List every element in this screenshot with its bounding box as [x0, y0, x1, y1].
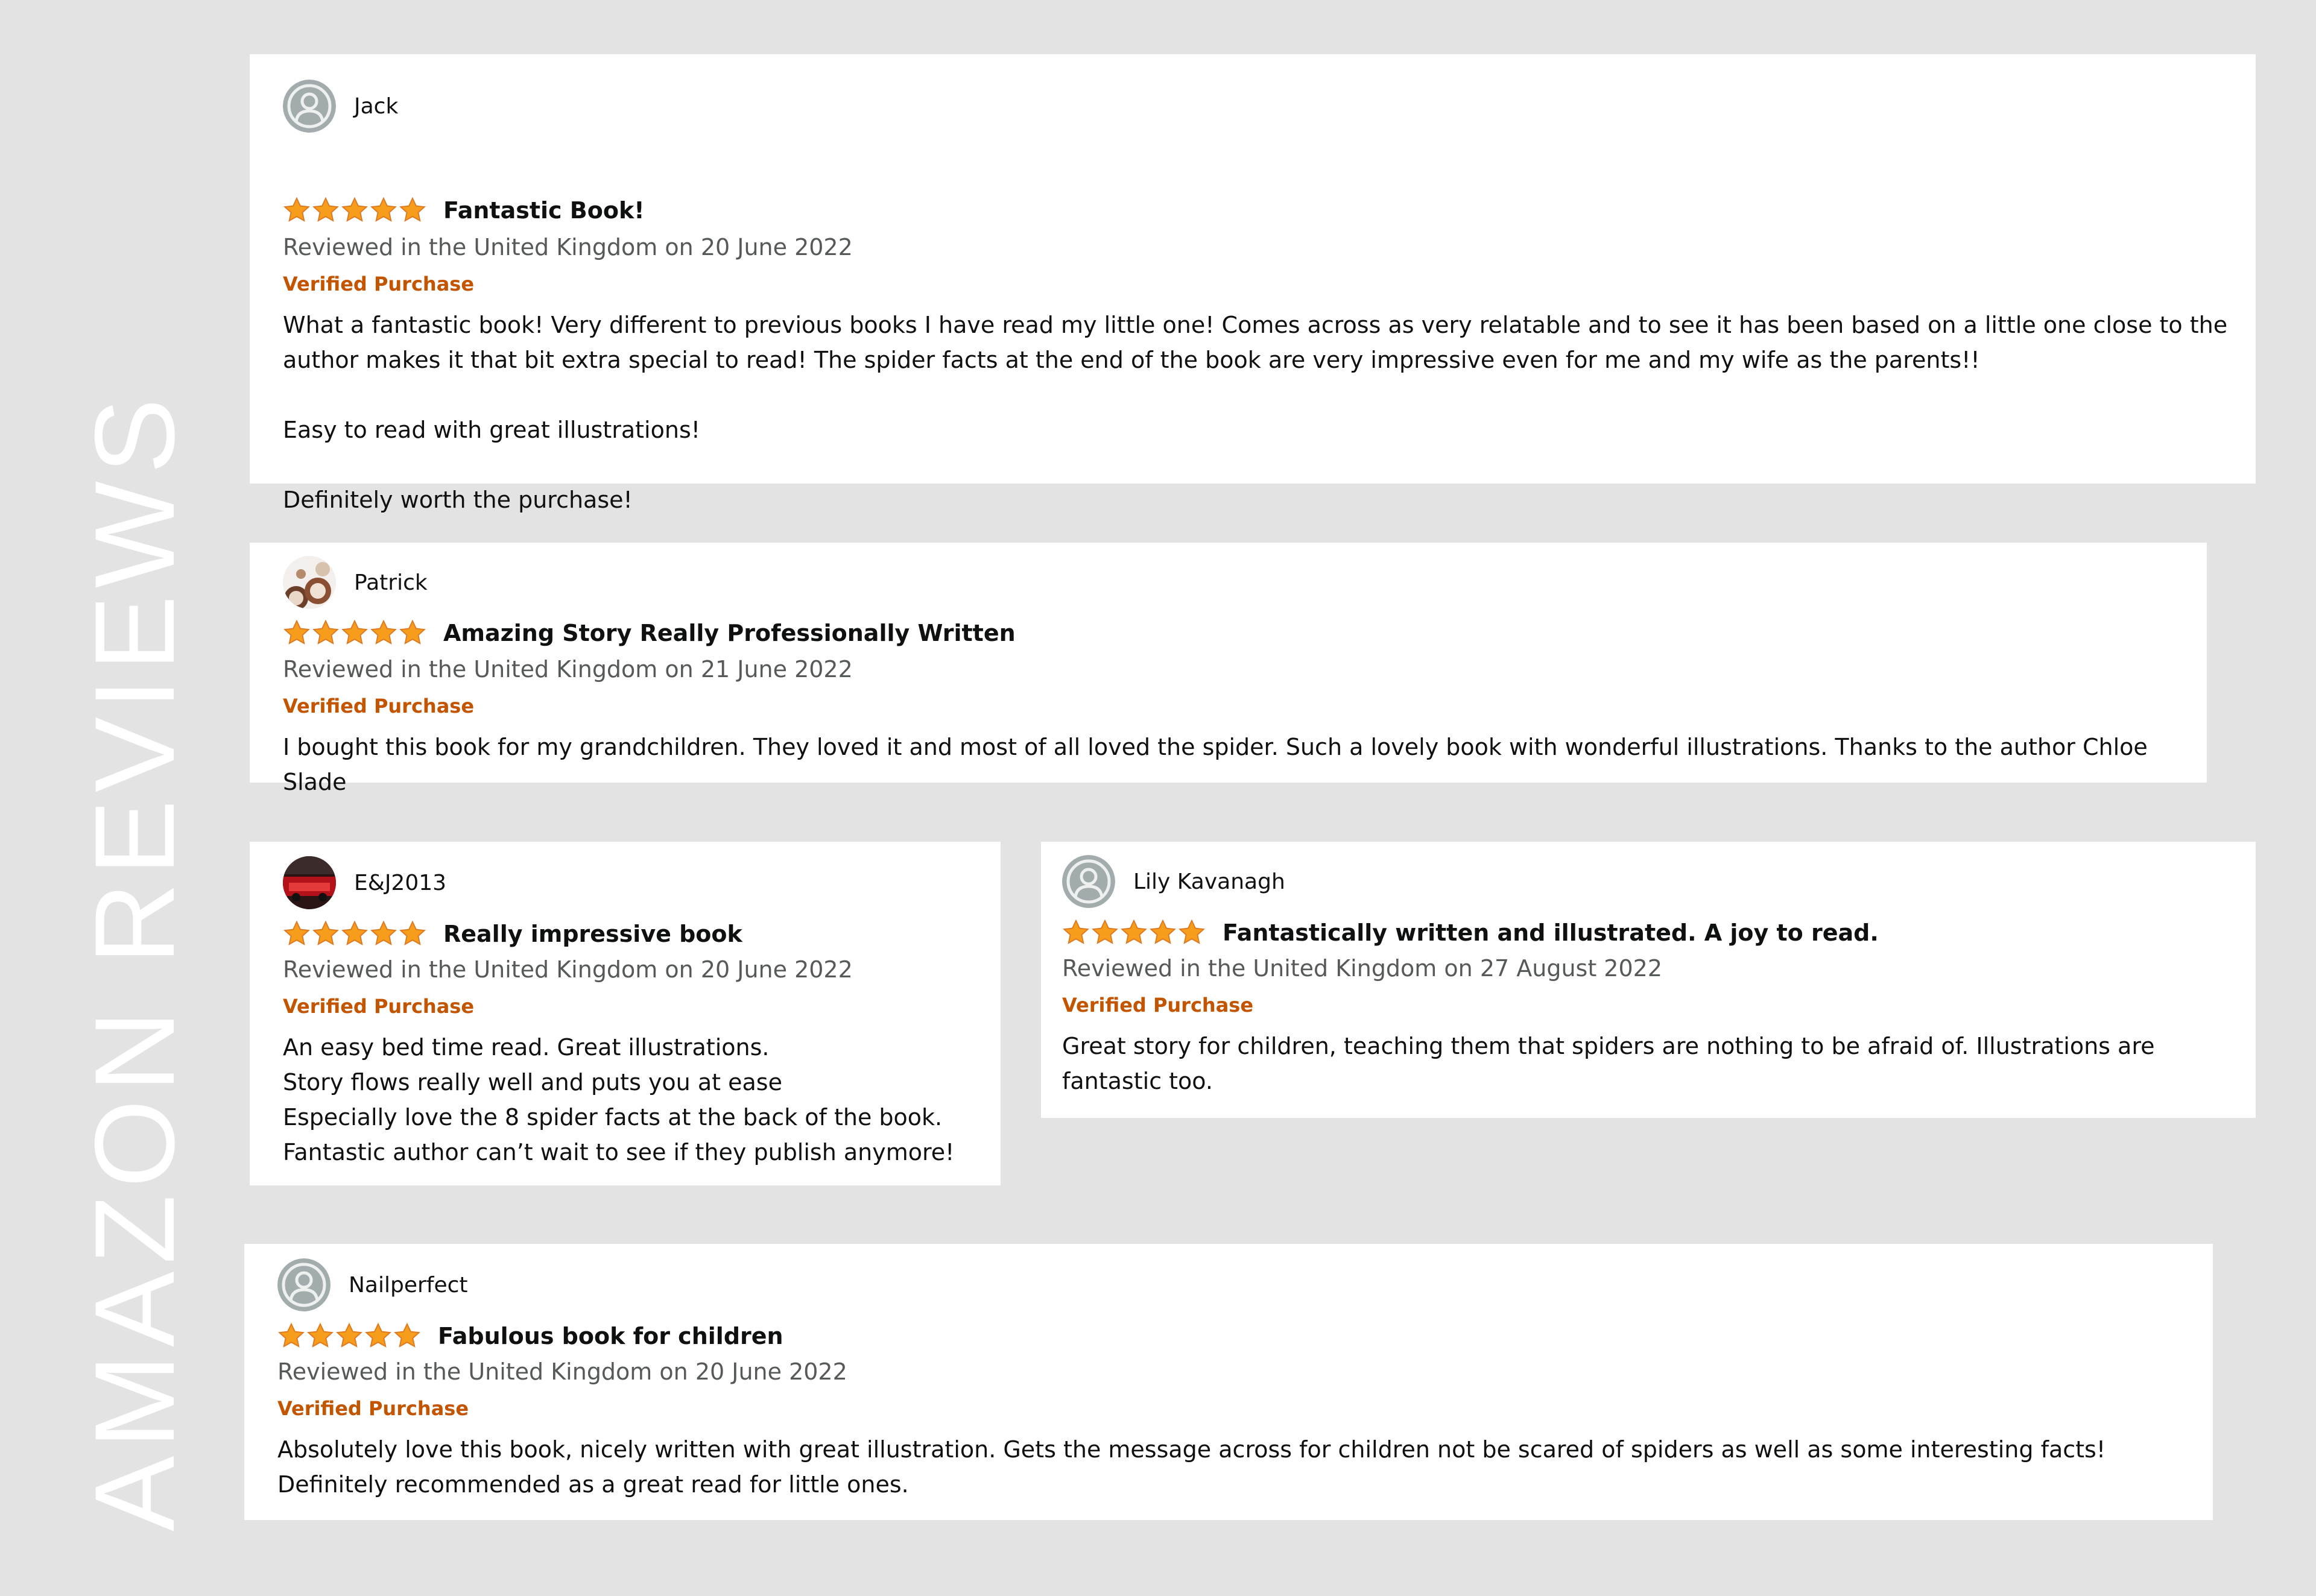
- star-icon: [1121, 919, 1147, 944]
- review-date: Reviewed in the United Kingdom on 21 Jun…: [283, 656, 853, 683]
- review-card: Lily Kavanagh Fantastically written and …: [1041, 842, 2256, 1118]
- star-icon: [399, 920, 426, 945]
- verified-purchase-badge: Verified Purchase: [283, 995, 475, 1018]
- rating-title-row: Fantastically written and illustrated. A…: [1062, 919, 1879, 947]
- review-title[interactable]: Fantastic Book!: [443, 197, 645, 224]
- review-card: Nailperfect Fabulous book for children R…: [244, 1244, 2213, 1520]
- star-icon: [312, 920, 339, 945]
- review-date: Reviewed in the United Kingdom on 20 Jun…: [283, 956, 853, 983]
- review-date: Reviewed in the United Kingdom on 20 Jun…: [277, 1358, 847, 1385]
- review-header: E&J2013: [283, 856, 446, 909]
- review-body: What a fantastic book! Very different to…: [283, 308, 2231, 517]
- star-icon: [1150, 919, 1176, 944]
- review-date: Reviewed in the United Kingdom on 27 Aug…: [1062, 955, 1663, 982]
- star-icon: [341, 920, 368, 945]
- star-icon: [283, 619, 310, 645]
- star-icon: [341, 197, 368, 222]
- review-body: I bought this book for my grandchildren.…: [283, 730, 2195, 800]
- star-icon: [370, 920, 397, 945]
- five-star-rating[interactable]: [283, 619, 426, 647]
- review-paragraph: Absolutely love this book, nicely writte…: [277, 1436, 2106, 1498]
- review-paragraph: Easy to read with great illustrations!: [283, 417, 700, 443]
- review-card: Jack Fantastic Book! Reviewed in the Uni…: [250, 54, 2256, 513]
- five-star-rating[interactable]: [1062, 919, 1206, 947]
- review-card: E&J2013 Really impressive book Reviewed …: [250, 842, 1001, 1185]
- rating-title-row: Fantastic Book!: [283, 197, 645, 224]
- review-paragraph: An easy bed time read. Great illustratio…: [283, 1034, 770, 1061]
- reviewer-name[interactable]: Jack: [354, 94, 398, 119]
- default-avatar-icon[interactable]: [277, 1258, 331, 1311]
- verified-purchase-badge: Verified Purchase: [283, 273, 475, 295]
- review-header: Lily Kavanagh: [1062, 855, 1285, 908]
- review-paragraph: I bought this book for my grandchildren.…: [283, 734, 2148, 795]
- review-paragraph: Story flows really well and puts you at …: [283, 1069, 782, 1096]
- default-avatar-icon[interactable]: [1062, 855, 1115, 908]
- five-star-rating[interactable]: [283, 920, 426, 948]
- review-paragraph: Fantastic author can’t wait to see if th…: [283, 1139, 955, 1165]
- star-icon: [1179, 919, 1205, 944]
- review-title[interactable]: Really impressive book: [443, 921, 742, 947]
- star-icon: [370, 619, 397, 645]
- star-icon: [278, 1322, 305, 1348]
- reviewer-name[interactable]: Lily Kavanagh: [1133, 869, 1285, 894]
- star-icon: [365, 1322, 391, 1348]
- star-icon: [283, 920, 310, 945]
- review-header: Jack: [283, 80, 398, 133]
- verified-purchase-badge: Verified Purchase: [277, 1397, 469, 1420]
- five-star-rating[interactable]: [277, 1322, 421, 1350]
- five-star-rating[interactable]: [283, 197, 426, 224]
- photo-avatar[interactable]: [283, 856, 336, 909]
- star-icon: [399, 197, 426, 222]
- verified-purchase-badge: Verified Purchase: [283, 695, 475, 718]
- review-title[interactable]: Fabulous book for children: [438, 1323, 783, 1349]
- star-icon: [336, 1322, 362, 1348]
- review-paragraph: Especially love the 8 spider facts at th…: [283, 1104, 943, 1131]
- side-title: AMAZON REVIEWS: [71, 391, 198, 1532]
- star-icon: [307, 1322, 334, 1348]
- star-icon: [341, 619, 368, 645]
- review-paragraph: Definitely worth the purchase!: [283, 487, 633, 513]
- star-icon: [394, 1322, 420, 1348]
- star-icon: [312, 197, 339, 222]
- review-header: Patrick: [283, 556, 428, 609]
- star-icon: [399, 619, 426, 645]
- reviewer-name[interactable]: Nailperfect: [349, 1273, 468, 1298]
- review-paragraph: Great story for children, teaching them …: [1062, 1033, 2155, 1094]
- review-card: Patrick Amazing Story Really Professiona…: [250, 543, 2207, 795]
- star-icon: [283, 197, 310, 222]
- star-icon: [370, 197, 397, 222]
- star-icon: [1063, 919, 1089, 944]
- review-date: Reviewed in the United Kingdom on 20 Jun…: [283, 234, 853, 260]
- rating-title-row: Amazing Story Really Professionally Writ…: [283, 619, 1016, 647]
- review-title[interactable]: Amazing Story Really Professionally Writ…: [443, 620, 1016, 646]
- review-body: Great story for children, teaching them …: [1062, 1029, 2238, 1099]
- review-paragraph: What a fantastic book! Very different to…: [283, 312, 2228, 373]
- photo-avatar[interactable]: [283, 556, 336, 609]
- review-body: An easy bed time read. Great illustratio…: [283, 1030, 989, 1170]
- verified-purchase-badge: Verified Purchase: [1062, 994, 1254, 1017]
- review-title[interactable]: Fantastically written and illustrated. A…: [1223, 919, 1879, 946]
- rating-title-row: Really impressive book: [283, 920, 742, 948]
- rating-title-row: Fabulous book for children: [277, 1322, 783, 1350]
- reviewer-name[interactable]: Patrick: [354, 570, 428, 595]
- star-icon: [312, 619, 339, 645]
- review-body: Absolutely love this book, nicely writte…: [277, 1432, 2195, 1502]
- review-header: Nailperfect: [277, 1258, 468, 1311]
- reviewer-name[interactable]: E&J2013: [354, 871, 446, 895]
- default-avatar-icon[interactable]: [283, 80, 336, 133]
- star-icon: [1092, 919, 1118, 944]
